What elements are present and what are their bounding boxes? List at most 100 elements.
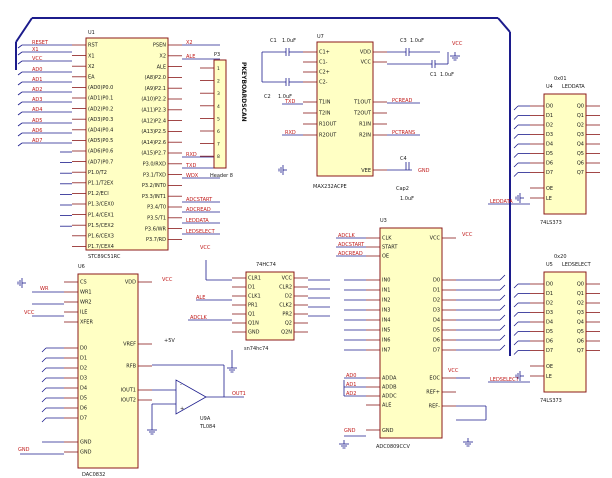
u5-left-pin-label: D4 [546,320,553,326]
bus-entry [17,51,23,56]
u5-le-label: LE [546,374,552,380]
u4-address: 0x01 [554,76,567,82]
u3-net: AD0 [346,373,356,379]
u3-right-pin-label: D4 [433,318,440,324]
p3-pin-num: 8 [217,154,220,160]
u5-left-pin-label: D1 [546,291,553,297]
bus-entry [17,132,23,137]
u7-net: PCREAD [392,98,413,104]
p3-pin-num: 2 [217,79,220,85]
u8-ref: 74HC74 [256,262,276,268]
u1-right-pin-label: (A8)P2.0 [145,75,166,81]
u6-bus-entry [41,397,47,403]
u1-right-net: ALE [186,54,195,60]
u4-right-pin-label: Q5 [577,151,584,157]
u8-right-pin-label: CLR2 [279,285,292,291]
u1-left-pin-label: EA [88,75,95,81]
opamp-output: OUT1 [232,391,246,397]
u6-left-pin-label: WR1 [80,290,92,296]
u3-bus-entry [499,334,506,341]
u1-right-pin-label: P3.6/WR [145,226,167,232]
u7-left-pin-label: R1OUT [319,122,337,128]
u7-left-pin-label: R2OUT [319,133,337,139]
bus-entry [17,101,23,106]
u4-right-pin-label: Q1 [577,113,584,119]
u5-bus-entry [513,293,519,298]
u5-label: LEDSELECT [562,262,592,268]
u6-net: VCC [162,277,173,283]
u1-left-pin-label: P1.4/CEX1 [88,212,114,218]
u8-left-pin-label: Q1 [248,312,255,318]
u6-gnd: GND [18,447,30,453]
u1-right-pin-label: P3.4/T0 [147,205,166,211]
c1-value: 1.0uF [282,38,296,44]
u8-right-pin-label: PR2 [282,312,292,318]
u6-bus-entry [41,407,47,413]
u3-vcc: VCC [462,232,473,238]
c2-ref: C2 [264,94,271,100]
u1-right-pin-label: (A15)P2.7 [141,151,166,157]
u8-right-pin-label: CLK2 [279,303,292,309]
u4-bus-entry [513,105,519,111]
u1-left-net: AD3 [32,97,42,103]
u4-left-pin-label: D6 [546,161,553,167]
u7-right-pin-label: T2OUT [353,111,372,117]
u6-left-pin-label: ILE [80,310,87,316]
u3-left-pin-label: IN5 [382,328,390,334]
u1-left-pin-label: (AD6)P0.6 [88,149,113,155]
bus-entry [17,111,23,116]
u5-bus-entry [513,331,519,336]
u3-bus-entry [499,304,506,311]
u1-left-pin-label: P1.3/CEX0 [88,202,114,208]
u8-part: sn74hc74 [244,346,268,352]
u8-left-pin-label: D1 [248,285,255,291]
u8-right-pin-label: VCC [282,276,293,282]
c3-value: 1.0uF [410,38,424,44]
bus-entry [17,122,23,127]
u6-left-pin-label: CS [80,280,87,286]
u3-bus-entry [499,274,506,281]
schematic-canvas: U1 STC89C51RC RST X1 X2 EA (AD0)P0.0 (AD1)P0.1 (… [0,0,612,478]
u6-right-pin-label: VREF [123,342,136,348]
u1-left-net: AD7 [32,138,42,144]
u3-net: AD1 [346,382,356,388]
u6-left-pin-label: D2 [80,366,87,372]
u3-left-pin-label: IN1 [382,288,390,294]
u6-left-pin-label: D5 [80,396,87,402]
u4-oe-label: OE [546,186,553,192]
u4-bus-entry [513,153,519,158]
u6-left-pin-label: D1 [80,356,87,362]
p3-pin-num: 4 [217,104,220,110]
u7-left-pin-label: C2- [319,80,328,86]
u8-right-pin-label: Q2N [281,330,292,336]
u5-bus-entry [513,340,519,346]
u7-right-pin-label: VCC [361,60,372,66]
u4-left-pin-label: D0 [546,104,553,110]
u7-right-pin-label: T1OUT [353,100,372,106]
u8-left-pin-label: PR1 [248,303,258,309]
u1-right-net: TXD [185,163,196,169]
u3-right-pin-label: D0 [433,278,440,284]
u3-left-pin-label: IN2 [382,298,390,304]
p3-ref: P3 [214,52,220,58]
u3-left-pin-label: ALE [382,403,391,409]
u6-left-pin-label: GND [80,450,92,456]
u5-right-pin-label: Q0 [577,282,584,288]
u6-bus-entry [41,387,47,393]
u3-left-pin-label: START [382,245,398,251]
u7-right-pin-label: VDD [360,50,371,56]
u3-left-pin-label: IN6 [382,338,390,344]
u4-label: LEDDATA [562,84,585,90]
u4-bus-entry [513,143,519,149]
u4-le-label: LE [546,196,552,202]
u4-right-pin-label: Q4 [577,142,584,148]
u6-right-pin-label: RFB [126,364,136,370]
u4-bus-entry [513,172,519,177]
bus [15,17,33,43]
u6-net: VCC [24,310,35,316]
u7-left-pin-label: C1+ [319,50,330,56]
u1-right-pin-label: P3.5/T1 [147,216,166,222]
u4-left-pin-label: D4 [546,142,553,148]
u3-part: ADC0809CCV [376,444,410,450]
u6-net: WR [40,286,49,292]
